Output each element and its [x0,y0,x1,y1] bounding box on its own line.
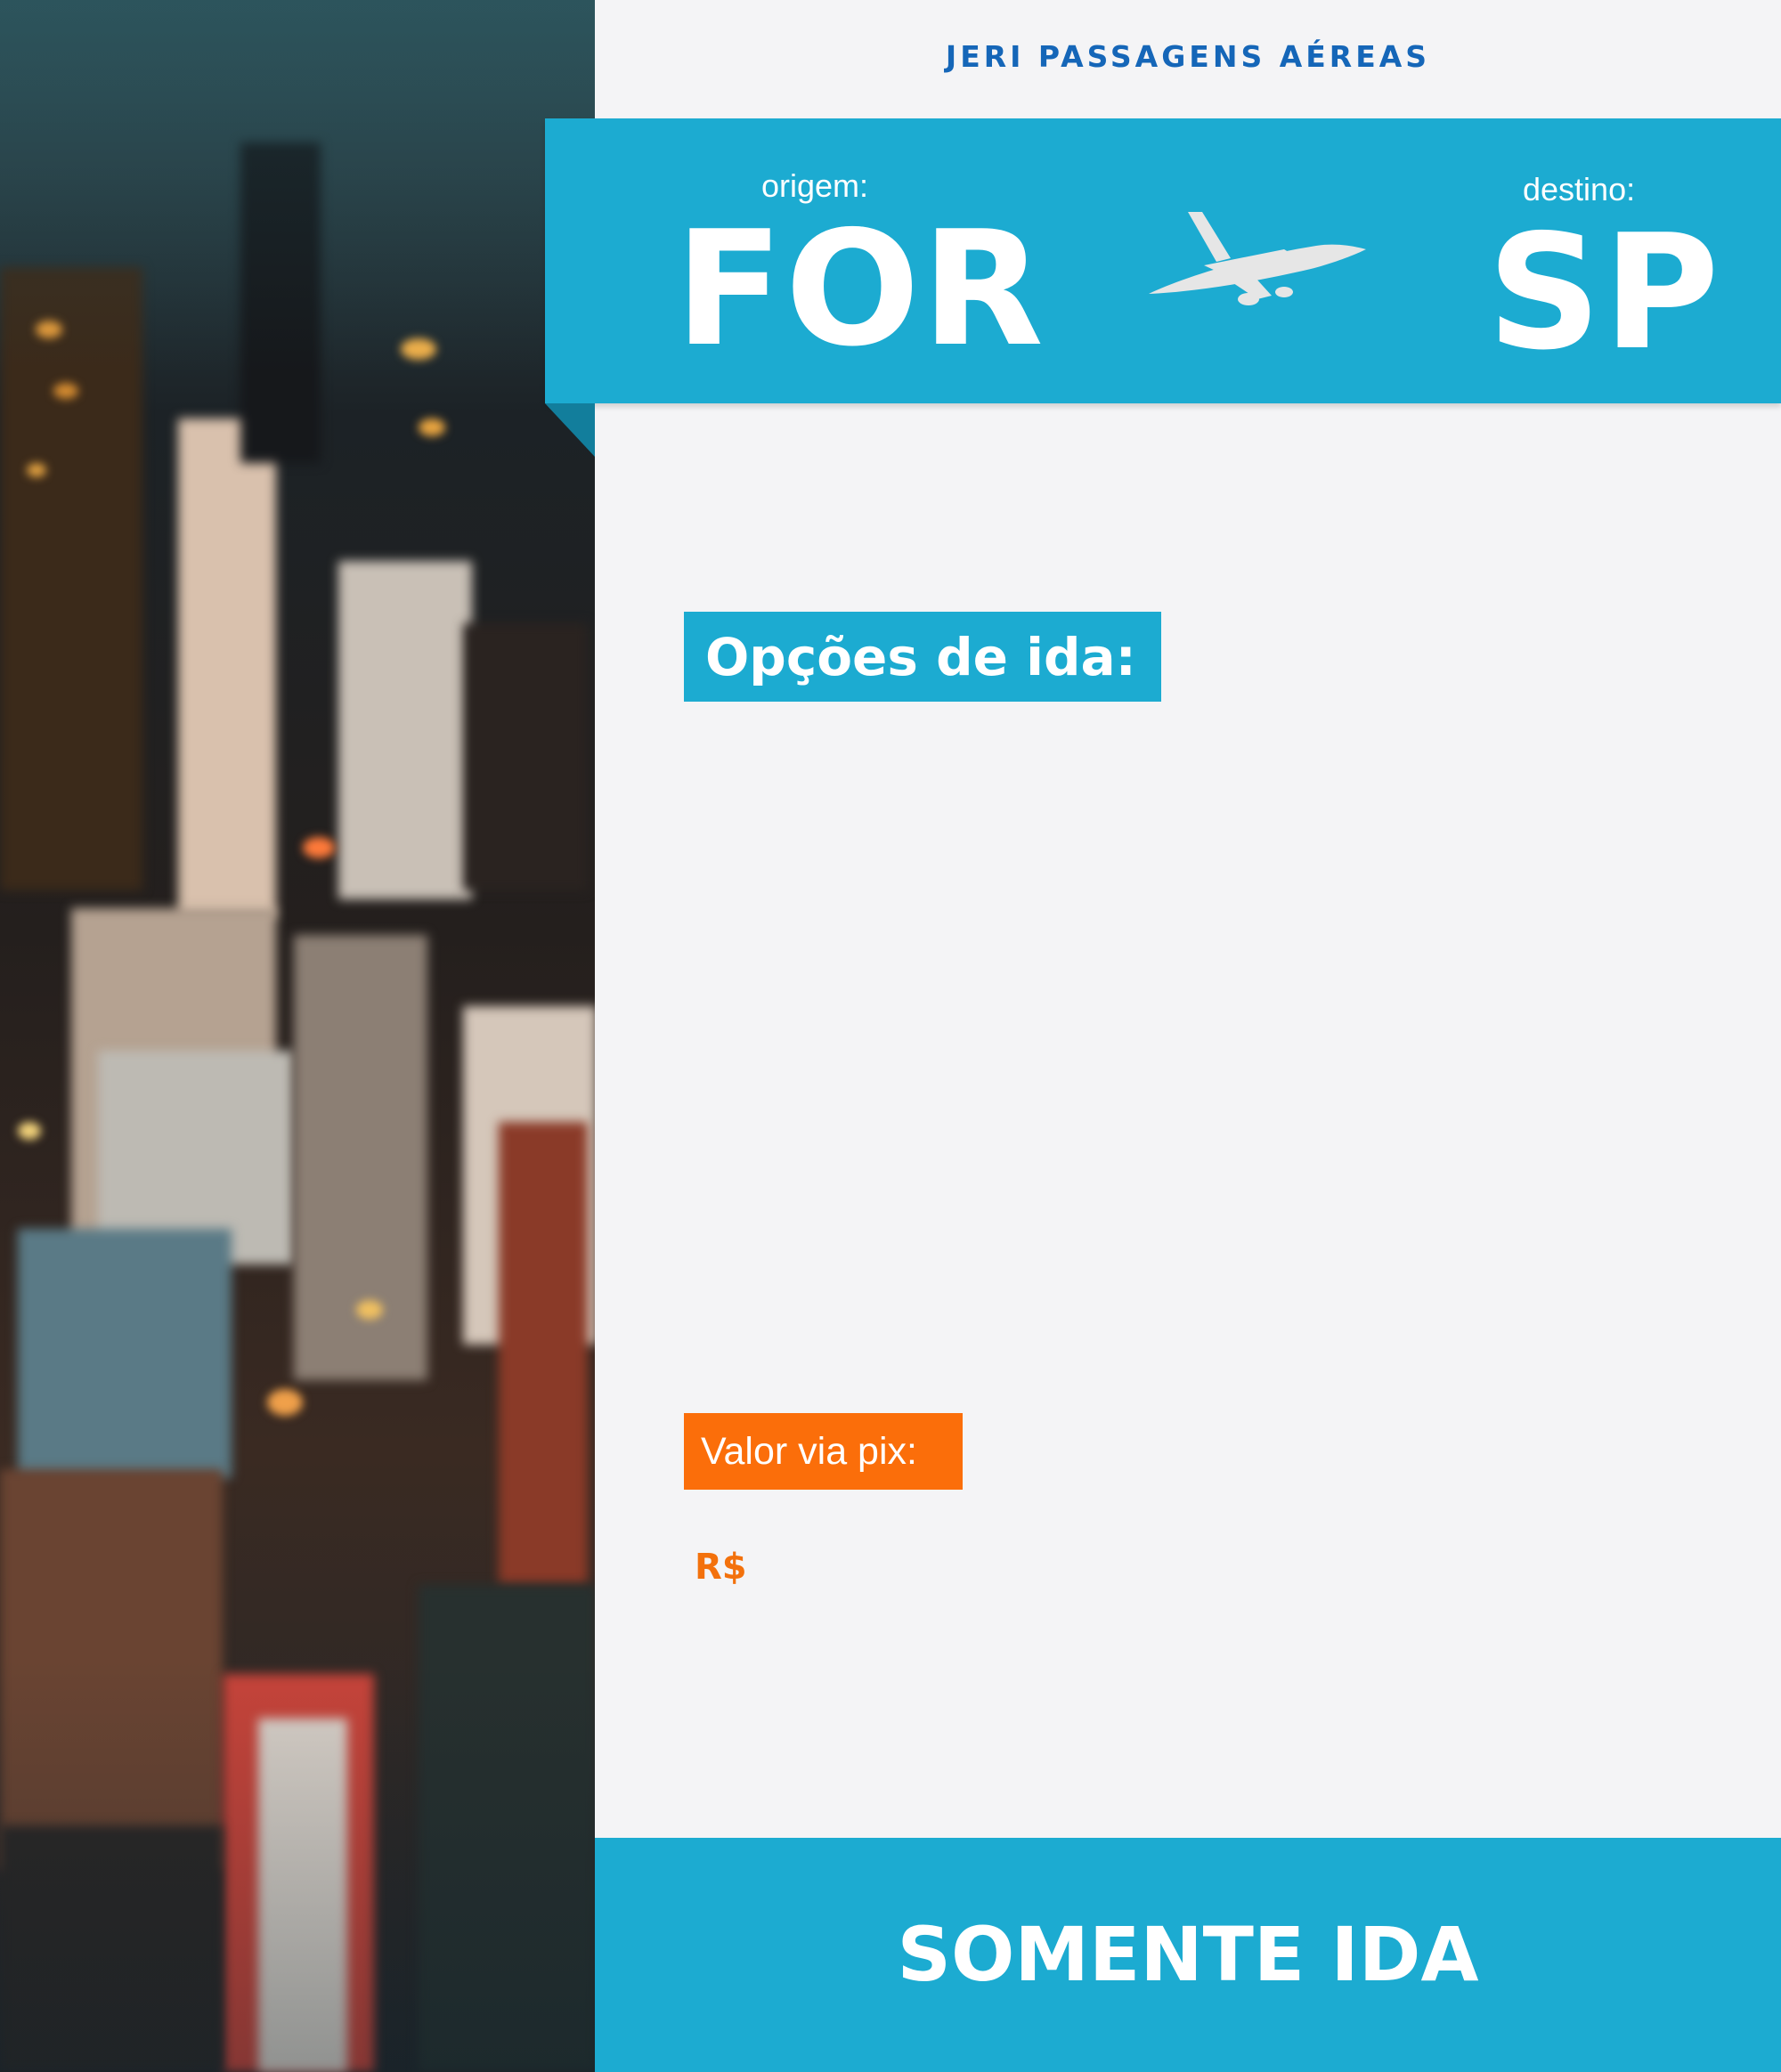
trip-type-footer: SOMENTE IDA [595,1838,1781,2072]
city-skyline-photo [0,0,595,2072]
options-heading: Opções de ida: [684,612,1161,702]
price-currency: R$ [695,1547,747,1588]
destination-code: SP [1487,200,1721,385]
airplane-icon [1149,212,1366,305]
brand-title: JERI PASSAGENS AÉREAS [945,39,1431,74]
price-label: Valor via pix: [684,1413,963,1490]
origin-code: FOR [675,197,1045,381]
banner-fold [545,403,595,457]
